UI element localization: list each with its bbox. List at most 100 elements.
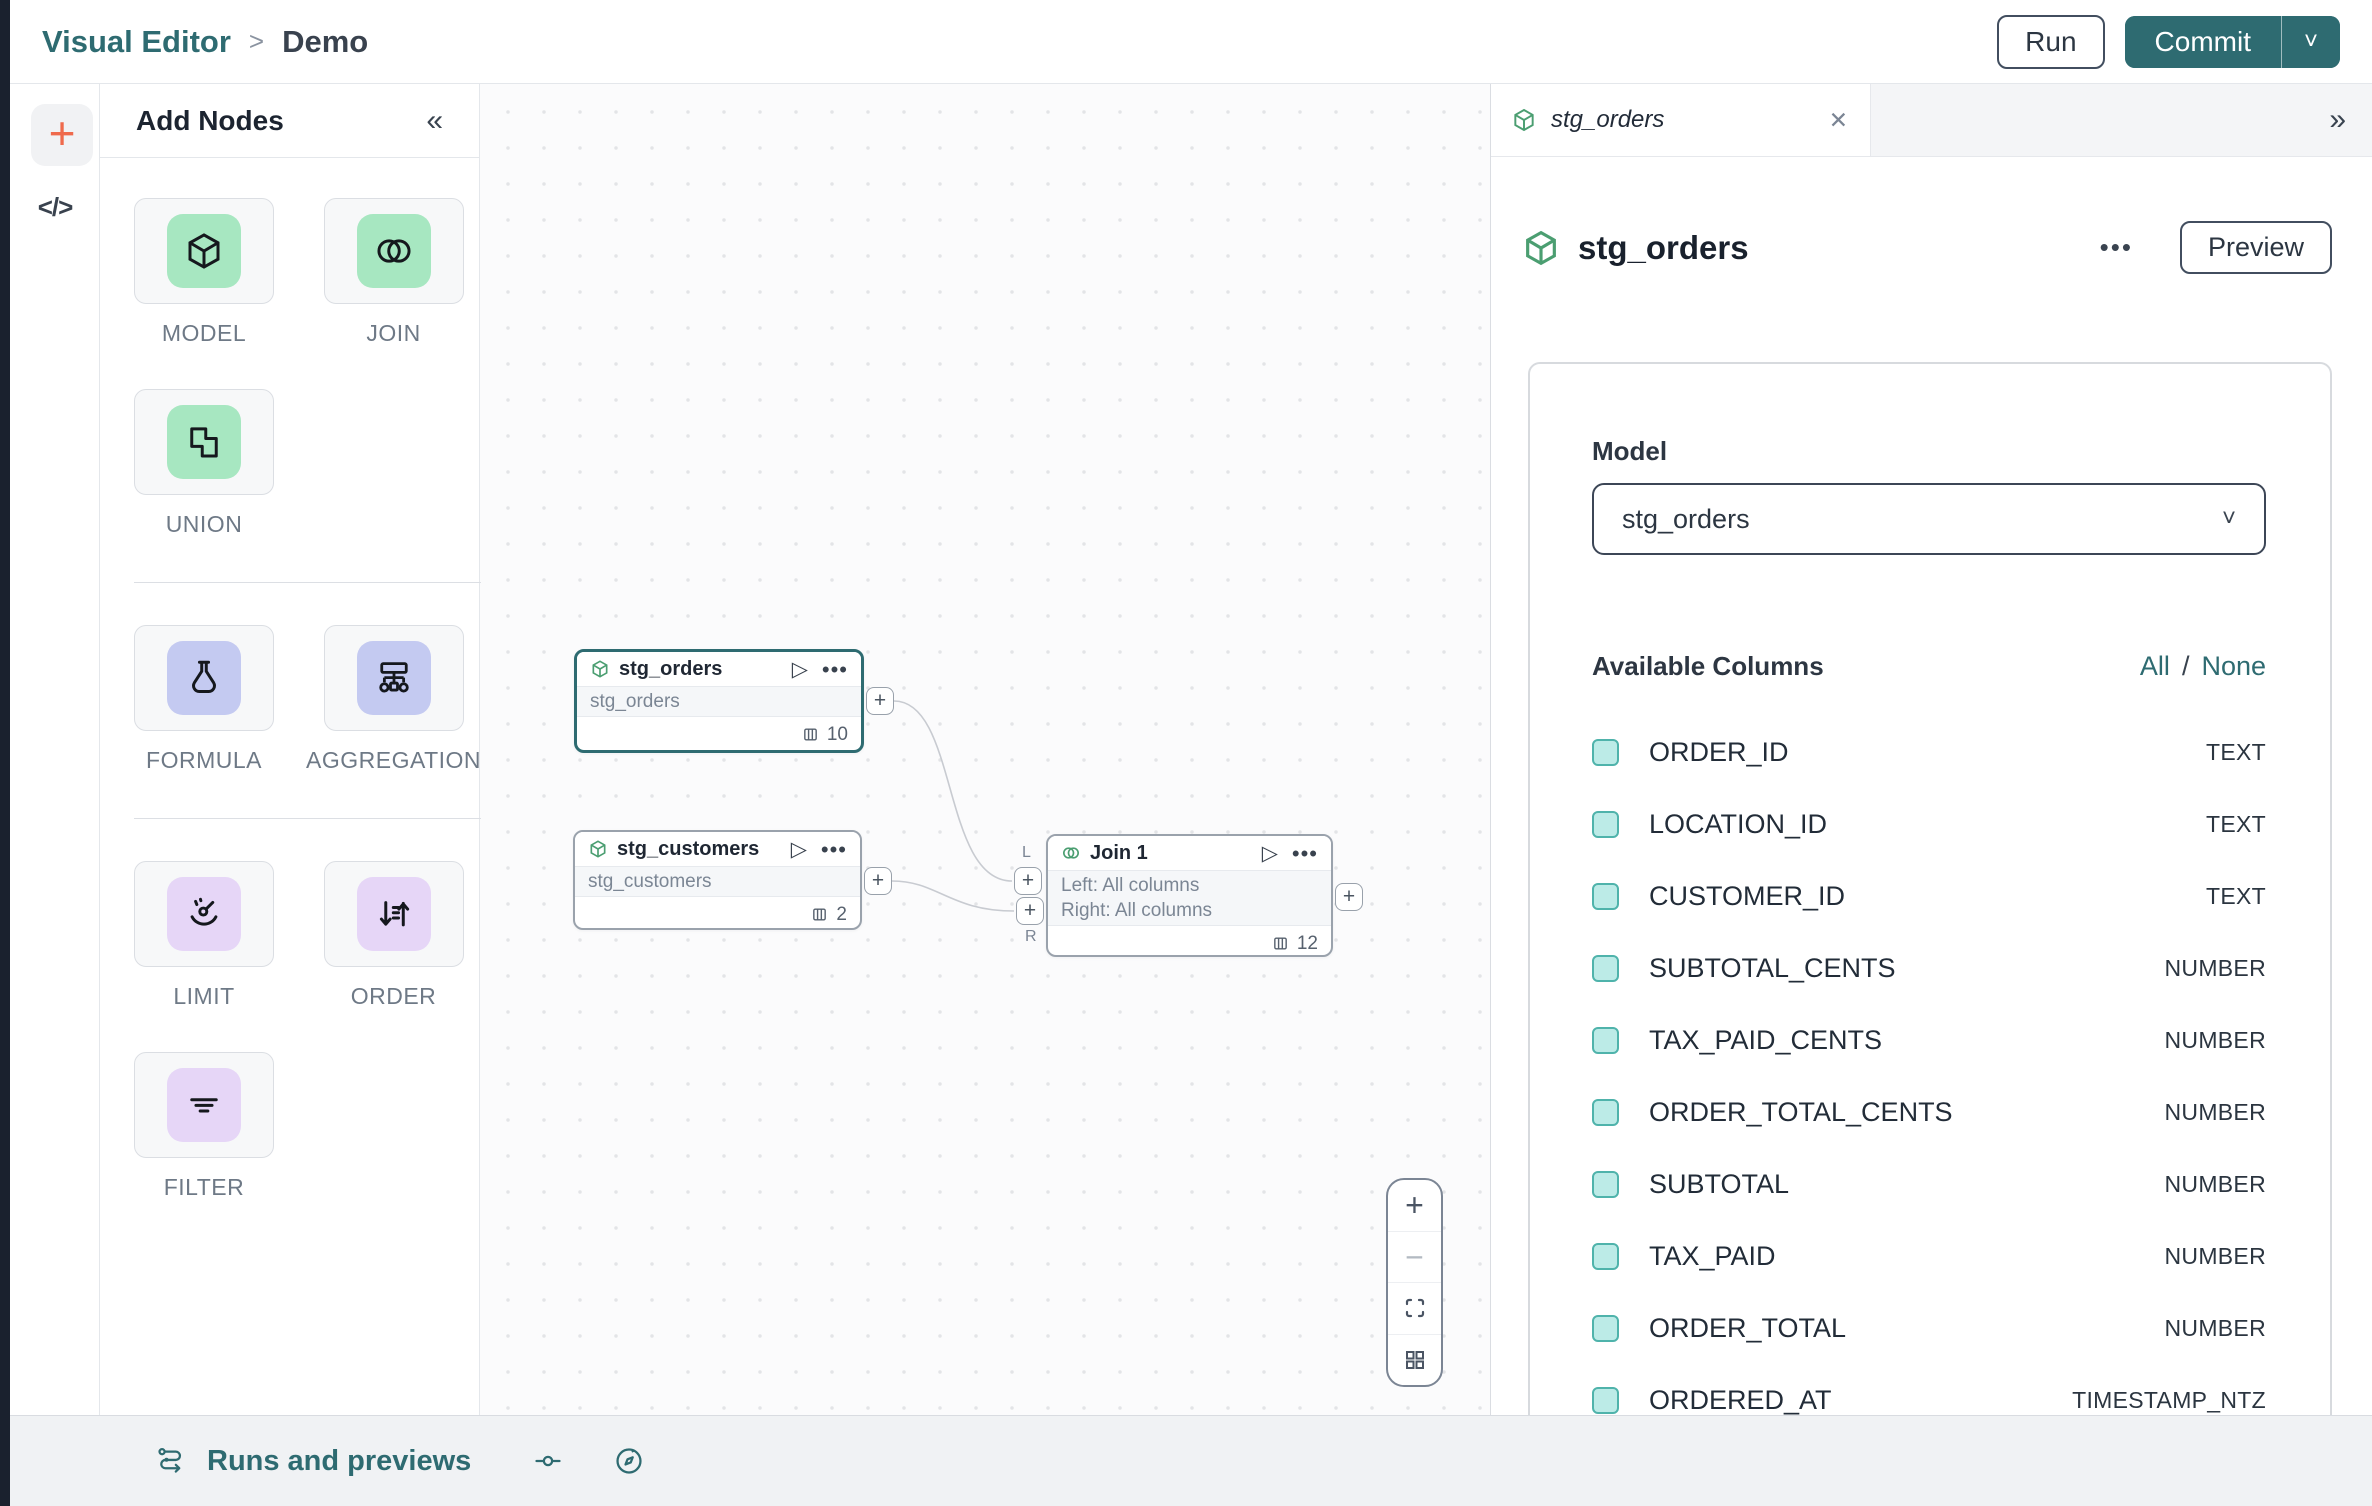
join-left-handle-label: L <box>1022 844 1031 862</box>
column-checkbox[interactable] <box>1592 955 1619 982</box>
select-all-link[interactable]: All <box>2140 651 2170 682</box>
column-row: ORDER_TOTAL_CENTS NUMBER <box>1592 1076 2266 1148</box>
node-join-1[interactable]: Join 1 ▷ ••• Left: All columns Right: Al… <box>1046 834 1333 957</box>
column-name: TAX_PAID_CENTS <box>1649 1025 1882 1056</box>
columns-icon <box>802 726 819 743</box>
filter-lines-icon <box>183 1084 225 1126</box>
zoom-in-button[interactable]: + <box>1388 1180 1441 1232</box>
column-count: 2 <box>836 904 847 926</box>
column-row: CUSTOMER_ID TEXT <box>1592 860 2266 932</box>
palette-item-formula[interactable]: FORMULA <box>134 625 274 774</box>
join-right-handle-label: R <box>1025 928 1037 946</box>
run-node-icon[interactable]: ▷ <box>1262 843 1278 864</box>
join-right-input-handle[interactable]: + <box>1016 897 1044 925</box>
add-nodes-title: Add Nodes <box>136 105 284 137</box>
column-checkbox[interactable] <box>1592 1243 1619 1270</box>
palette-item-limit[interactable]: LIMIT <box>134 861 274 1010</box>
add-nodes-grid: MODEL JOIN UNION FORMULA <box>100 158 479 1243</box>
column-checkbox[interactable] <box>1592 811 1619 838</box>
inspector-body: stg_orders ••• Preview Model stg_orders … <box>1491 157 2372 1415</box>
column-row: TAX_PAID NUMBER <box>1592 1220 2266 1292</box>
node-menu-icon[interactable]: ••• <box>822 664 848 675</box>
app-edge-strip <box>0 0 10 1506</box>
node-stg-customers[interactable]: stg_customers ▷ ••• stg_customers 2 <box>573 830 862 930</box>
commit-menu-button[interactable]: ˅ <box>2282 16 2340 68</box>
palette-item-label: JOIN <box>366 320 420 347</box>
join-left-input-handle[interactable]: + <box>1014 867 1042 895</box>
collapse-inspector-icon[interactable]: » <box>2329 84 2372 156</box>
inspector-title: stg_orders <box>1578 229 1749 267</box>
column-name: CUSTOMER_ID <box>1649 881 1845 912</box>
model-select[interactable]: stg_orders ˅ <box>1592 483 2266 555</box>
run-node-icon[interactable]: ▷ <box>791 839 807 860</box>
plus-icon: + <box>1343 886 1355 907</box>
palette-item-union[interactable]: UNION <box>134 389 274 538</box>
node-menu-icon[interactable]: ••• <box>821 844 847 855</box>
column-type: NUMBER <box>2165 1099 2266 1126</box>
join-right-config: Right: All columns <box>1061 898 1318 923</box>
join-circles-icon <box>1061 843 1081 863</box>
column-checkbox[interactable] <box>1592 1171 1619 1198</box>
palette-item-join[interactable]: JOIN <box>306 198 481 347</box>
compass-icon[interactable] <box>613 1445 645 1477</box>
cube-icon <box>1511 107 1537 133</box>
node-stg-orders[interactable]: stg_orders ▷ ••• stg_orders 10 <box>574 649 864 753</box>
code-view-button[interactable]: </> <box>10 192 100 223</box>
available-columns-header: Available Columns All / None <box>1592 651 2266 682</box>
column-checkbox[interactable] <box>1592 739 1619 766</box>
fit-view-button[interactable] <box>1388 1283 1441 1335</box>
node-output-handle[interactable]: + <box>864 867 892 895</box>
palette-item-aggregation[interactable]: AGGREGATION <box>306 625 481 774</box>
inspector-title-row: stg_orders ••• Preview <box>1521 221 2332 274</box>
plus-icon: + <box>872 870 884 891</box>
column-type: NUMBER <box>2165 1027 2266 1054</box>
collapse-panel-icon[interactable]: « <box>426 104 443 138</box>
column-type: NUMBER <box>2165 1315 2266 1342</box>
run-node-icon[interactable]: ▷ <box>792 659 808 680</box>
add-node-rail-button[interactable]: + <box>31 104 93 166</box>
palette-item-filter[interactable]: FILTER <box>134 1052 274 1201</box>
overview-button[interactable] <box>1388 1335 1441 1386</box>
node-title: stg_customers <box>617 838 759 861</box>
column-checkbox[interactable] <box>1592 1315 1619 1342</box>
flask-icon <box>183 657 225 699</box>
cube-icon <box>588 839 608 859</box>
node-output-handle[interactable]: + <box>866 687 894 715</box>
tab-stg-orders[interactable]: stg_orders ✕ <box>1491 84 1871 156</box>
cube-icon <box>183 230 225 272</box>
sitemap-icon <box>373 657 415 699</box>
column-checkbox[interactable] <box>1592 1387 1619 1414</box>
inspector-menu-icon[interactable]: ••• <box>2100 232 2133 263</box>
plus-icon: + <box>1022 870 1034 891</box>
model-field-label: Model <box>1592 436 2266 467</box>
commit-node-icon[interactable] <box>533 1446 563 1476</box>
zoom-out-button[interactable]: − <box>1388 1232 1441 1284</box>
run-button[interactable]: Run <box>1997 15 2104 69</box>
column-name: TAX_PAID <box>1649 1241 1776 1272</box>
join-output-handle[interactable]: + <box>1335 883 1363 911</box>
tab-title: stg_orders <box>1551 106 1664 134</box>
preview-button[interactable]: Preview <box>2180 221 2332 274</box>
plus-icon: + <box>874 690 886 711</box>
flow-canvas[interactable]: stg_orders ▷ ••• stg_orders 10 + stg_cus… <box>480 84 1490 1415</box>
column-type: NUMBER <box>2165 955 2266 982</box>
chevron-down-icon: ˅ <box>2222 505 2236 533</box>
left-rail: + </> <box>10 84 100 1415</box>
close-tab-icon[interactable]: ✕ <box>1829 107 1848 134</box>
column-type: TEXT <box>2206 883 2266 910</box>
node-title: stg_orders <box>619 658 722 681</box>
commit-button[interactable]: Commit <box>2125 16 2281 68</box>
node-menu-icon[interactable]: ••• <box>1292 848 1318 859</box>
breadcrumb-app-link[interactable]: Visual Editor <box>42 24 231 60</box>
select-none-link[interactable]: None <box>2201 651 2266 682</box>
column-type: TEXT <box>2206 811 2266 838</box>
column-checkbox[interactable] <box>1592 883 1619 910</box>
palette-item-order[interactable]: ORDER <box>306 861 481 1010</box>
column-checkbox[interactable] <box>1592 1027 1619 1054</box>
runs-and-previews-button[interactable]: Runs and previews <box>155 1445 471 1478</box>
column-type: TIMESTAMP_NTZ <box>2072 1387 2266 1414</box>
column-checkbox[interactable] <box>1592 1099 1619 1126</box>
palette-item-label: ORDER <box>351 983 437 1010</box>
palette-item-model[interactable]: MODEL <box>134 198 274 347</box>
column-row: SUBTOTAL NUMBER <box>1592 1148 2266 1220</box>
